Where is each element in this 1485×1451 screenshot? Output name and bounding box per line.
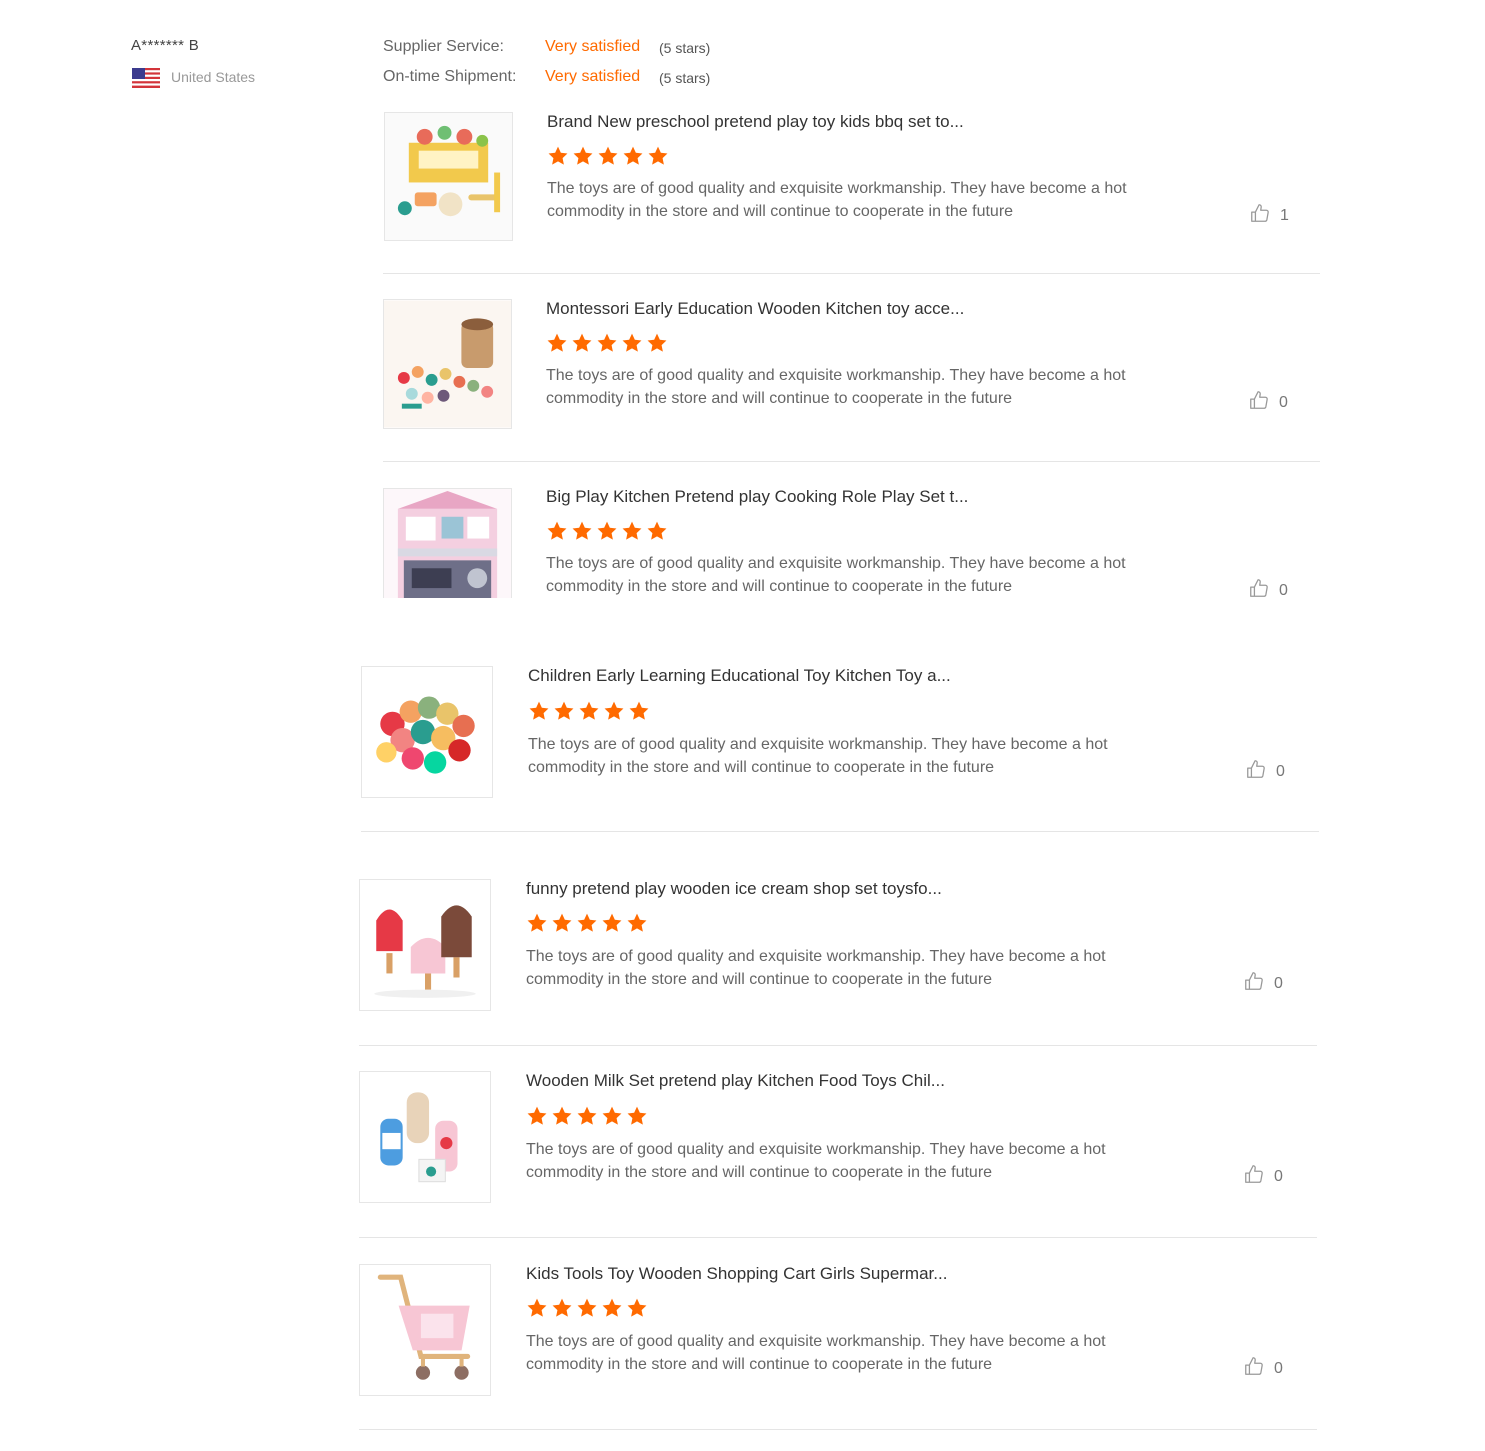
star-icon [622,333,642,352]
thumbs-up-icon [1243,1163,1265,1190]
star-icon [572,333,592,352]
supplier-service-label: Supplier Service: [383,38,504,55]
divider [359,1237,1317,1238]
supplier-service-value: Very satisfied [545,38,641,55]
star-icon [552,1298,572,1317]
like-button[interactable]: 1 [1249,202,1289,229]
like-button[interactable]: 0 [1243,1355,1283,1382]
star-icon [597,521,617,540]
review-product-title[interactable]: Wooden Milk Set pretend play Kitchen Foo… [526,1071,945,1091]
like-button[interactable]: 0 [1248,389,1288,416]
star-icon [572,521,592,540]
ontime-shipment-stars: (5 stars) [659,70,711,86]
review-text: The toys are of good quality and exquisi… [526,1333,1106,1373]
rating-stars [528,700,650,722]
ontime-shipment-value: Very satisfied [545,68,641,85]
star-icon [577,1106,597,1125]
star-icon [623,146,643,165]
product-image-milk-set[interactable] [359,1071,491,1203]
thumbs-up-icon [1248,577,1270,604]
divider [359,1045,1317,1046]
star-icon [604,701,624,720]
thumbs-up-icon [1245,758,1267,785]
rating-stars [526,1105,648,1127]
reviewer-name: A******* B [131,37,200,54]
rating-stars [526,1297,648,1319]
star-icon [597,333,617,352]
like-count: 0 [1279,581,1288,599]
rating-stars [547,145,669,167]
star-icon [573,146,593,165]
star-icon [579,701,599,720]
star-icon [527,1298,547,1317]
review-text: The toys are of good quality and exquisi… [528,736,1108,776]
star-icon [552,913,572,932]
thumbs-up-icon [1248,389,1270,416]
like-count: 0 [1274,974,1283,992]
review-text: The toys are of good quality and exquisi… [546,367,1126,407]
like-button[interactable]: 0 [1245,758,1285,785]
review-text: The toys are of good quality and exquisi… [546,555,1126,595]
like-count: 1 [1280,206,1289,224]
review-product-title[interactable]: funny pretend play wooden ice cream shop… [526,879,942,899]
review-product-title[interactable]: Kids Tools Toy Wooden Shopping Cart Girl… [526,1264,947,1284]
star-icon [548,146,568,165]
star-icon [527,913,547,932]
review-text: The toys are of good quality and exquisi… [526,948,1106,988]
star-icon [622,521,642,540]
supplier-service-stars: (5 stars) [659,40,711,56]
star-icon [627,1106,647,1125]
star-icon [629,701,649,720]
star-icon [577,1298,597,1317]
star-icon [577,913,597,932]
star-icon [602,1106,622,1125]
review-text: The toys are of good quality and exquisi… [526,1141,1106,1181]
review-product-title[interactable]: Montessori Early Education Wooden Kitche… [546,299,964,319]
like-button[interactable]: 0 [1243,1163,1283,1190]
star-icon [552,1106,572,1125]
product-image-shopping-cart[interactable] [359,1264,491,1396]
ontime-shipment-label: On-time Shipment: [383,68,517,85]
like-count: 0 [1279,393,1288,411]
review-product-title[interactable]: Brand New preschool pretend play toy kid… [547,112,964,132]
star-icon [602,1298,622,1317]
divider [383,273,1320,274]
star-icon [627,1298,647,1317]
divider [361,831,1319,832]
like-count: 0 [1274,1359,1283,1377]
star-icon [647,521,667,540]
thumbs-up-icon [1249,202,1271,229]
like-button[interactable]: 0 [1248,577,1288,604]
review-product-title[interactable]: Big Play Kitchen Pretend play Cooking Ro… [546,487,968,507]
product-image-bbq-set[interactable] [384,112,513,241]
like-button[interactable]: 0 [1243,970,1283,997]
rating-stars [546,520,668,542]
product-image-kitchen-accessories[interactable] [383,299,512,429]
star-icon [529,701,549,720]
rating-stars [526,912,648,934]
reviewer-country: United States [171,69,256,85]
thumbs-up-icon [1243,970,1265,997]
product-image-play-kitchen[interactable] [383,488,512,598]
review-product-title[interactable]: Children Early Learning Educational Toy … [528,666,951,686]
product-image-ice-cream[interactable] [359,879,491,1011]
star-icon [547,521,567,540]
like-count: 0 [1276,762,1285,780]
divider [383,461,1320,462]
us-flag-icon [132,68,160,88]
star-icon [547,333,567,352]
star-icon [648,146,668,165]
thumbs-up-icon [1243,1355,1265,1382]
star-icon [554,701,574,720]
divider [359,1429,1317,1430]
star-icon [527,1106,547,1125]
rating-stars [546,332,668,354]
star-icon [602,913,622,932]
review-text: The toys are of good quality and exquisi… [547,180,1127,220]
star-icon [627,913,647,932]
star-icon [647,333,667,352]
product-image-toy-food[interactable] [361,666,493,798]
star-icon [598,146,618,165]
like-count: 0 [1274,1167,1283,1185]
